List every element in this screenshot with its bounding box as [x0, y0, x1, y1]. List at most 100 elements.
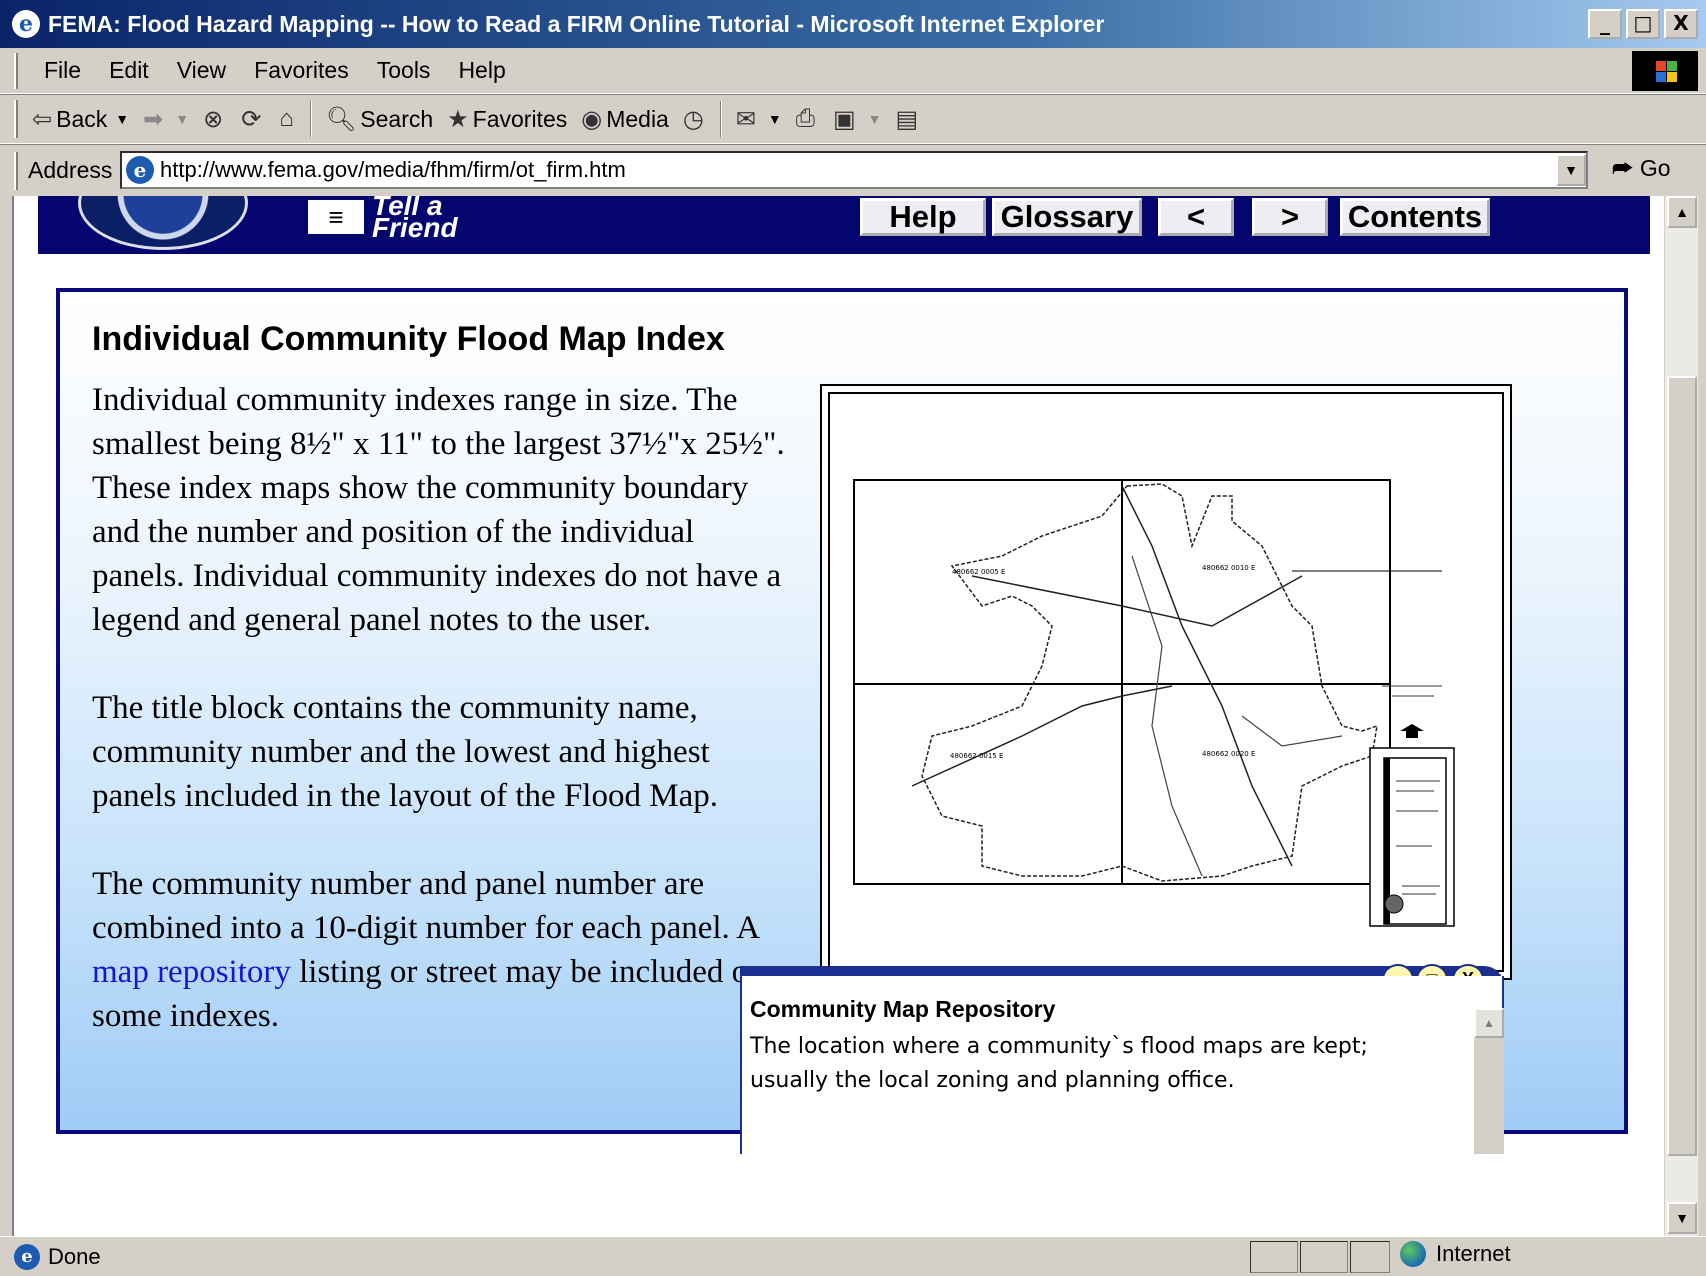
previous-button[interactable]: <	[1158, 198, 1234, 236]
refresh-icon: ⟳	[241, 105, 262, 133]
flood-map-index-image: 480662 0005 E 480662 0010 E 480662 0015 …	[853, 479, 1455, 927]
map-repository-link[interactable]: map repository	[92, 954, 291, 990]
page-ie-icon: e	[126, 156, 154, 184]
popup-definition: The location where a community`s flood m…	[750, 1034, 1368, 1093]
paragraph-1: Individual community indexes range in si…	[92, 382, 785, 638]
search-button[interactable]: 🔍︎ Search	[326, 105, 433, 134]
ie-icon: e	[12, 10, 40, 38]
status-text: Done	[48, 1243, 101, 1269]
tell-friend-line2: Friend	[372, 212, 458, 243]
toolbar-separator	[719, 101, 722, 137]
media-icon: ◉	[581, 105, 603, 133]
back-dropdown-icon[interactable]: ▼	[115, 111, 129, 127]
discuss-button[interactable]: ▤	[896, 105, 923, 134]
windows-logo-icon	[1632, 51, 1698, 91]
menu-help[interactable]: Help	[458, 57, 505, 84]
edit-dropdown-icon[interactable]: ▼	[868, 111, 882, 127]
media-button[interactable]: ◉ Media	[581, 105, 669, 134]
media-label: Media	[606, 105, 669, 132]
site-header: ≡ Tell a Friend Help Glossary < > Conten…	[38, 196, 1650, 254]
print-icon: ⎙	[795, 105, 815, 132]
home-button[interactable]: ⌂	[279, 105, 298, 133]
address-grip	[14, 151, 18, 190]
address-input[interactable]: e http://www.fema.gov/media/fhm/firm/ot_…	[120, 151, 1588, 189]
toolbar-grip	[14, 100, 18, 138]
page-title: Individual Community Flood Map Index	[92, 320, 725, 358]
forward-arrow-icon: ➡	[143, 105, 164, 133]
title-bar: e FEMA: Flood Hazard Mapping -- How to R…	[0, 0, 1706, 48]
search-label: Search	[360, 105, 434, 132]
edit-icon: ▣	[832, 105, 856, 133]
page-viewport: ≡ Tell a Friend Help Glossary < > Conten…	[12, 196, 1664, 1236]
paragraph-2: The title block contains the community n…	[92, 690, 718, 814]
back-label: Back	[56, 105, 108, 132]
go-label: Go	[1639, 155, 1671, 181]
menu-tools[interactable]: Tools	[377, 57, 431, 84]
go-button[interactable]: ⮫ Go	[1612, 155, 1671, 182]
close-button[interactable]: X	[1664, 9, 1698, 39]
menu-bar: File Edit View Favorites Tools Help	[0, 48, 1706, 94]
letter-icon: ≡	[308, 200, 364, 234]
glossary-button[interactable]: Glossary	[992, 198, 1142, 236]
popup-title: Community Map Repository	[750, 996, 1056, 1022]
svg-text:480662 0010 E: 480662 0010 E	[1202, 564, 1255, 572]
search-icon: 🔍︎	[325, 105, 357, 133]
favorites-button[interactable]: ★ Favorites	[447, 105, 567, 134]
minimize-button[interactable]: _	[1588, 9, 1622, 39]
address-bar: Address e http://www.fema.gov/media/fhm/…	[0, 144, 1706, 196]
zone-label: Internet	[1436, 1241, 1511, 1266]
tell-a-friend-link[interactable]: ≡ Tell a Friend	[308, 196, 458, 243]
popup-scrollbar[interactable]: ▲	[1474, 1008, 1504, 1154]
menu-favorites[interactable]: Favorites	[254, 57, 349, 84]
standard-toolbar: ⇦ Back ▼ ➡ ▼ ⊗ ⟳ ⌂ 🔍︎ Search ★ Favorites…	[0, 94, 1706, 144]
status-page-icon: e	[14, 1243, 40, 1270]
address-dropdown-button[interactable]: ▼	[1556, 154, 1586, 186]
toolbar-separator	[309, 101, 312, 137]
mail-icon: ✉	[735, 105, 756, 133]
svg-text:480662 0020 E: 480662 0020 E	[1202, 750, 1255, 758]
glossary-popup: − □ X Community Map Repository The locat…	[740, 964, 1504, 1154]
scroll-up-button[interactable]: ▲	[1667, 196, 1697, 228]
paragraph-3: The community number and panel number ar…	[92, 862, 792, 1038]
forward-dropdown-icon[interactable]: ▼	[175, 111, 189, 127]
history-icon: ◷	[682, 105, 704, 133]
back-arrow-icon: ⇦	[32, 105, 53, 133]
menu-view[interactable]: View	[177, 57, 226, 84]
paragraph-3-start: The community number and panel number ar…	[92, 866, 759, 946]
menu-grip	[14, 52, 18, 89]
stop-icon: ⊗	[203, 105, 224, 133]
scroll-down-button[interactable]: ▼	[1667, 1202, 1697, 1234]
print-button[interactable]: ⎙	[796, 105, 819, 133]
globe-icon	[1400, 1241, 1426, 1267]
contents-button[interactable]: Contents	[1340, 198, 1490, 236]
history-button[interactable]: ◷	[683, 105, 708, 134]
body-text: Individual community indexes range in si…	[92, 378, 792, 1082]
popup-body: Community Map Repository The location wh…	[740, 976, 1504, 1154]
address-label: Address	[28, 157, 113, 183]
discuss-icon: ▤	[895, 105, 919, 133]
edit-button[interactable]: ▣ ▼	[833, 105, 882, 134]
mail-dropdown-icon[interactable]: ▼	[768, 111, 782, 127]
help-button[interactable]: Help	[860, 198, 986, 236]
vertical-scrollbar[interactable]: ▲ ▼	[1664, 196, 1698, 1236]
forward-button[interactable]: ➡ ▼	[143, 105, 189, 134]
next-button[interactable]: >	[1252, 198, 1328, 236]
favorites-icon: ★	[447, 105, 469, 133]
back-button[interactable]: ⇦ Back ▼	[32, 105, 129, 134]
favorites-label: Favorites	[472, 105, 568, 132]
menu-file[interactable]: File	[44, 57, 81, 84]
status-pane	[1250, 1241, 1298, 1273]
refresh-button[interactable]: ⟳	[241, 105, 265, 134]
address-url[interactable]: http://www.fema.gov/media/fhm/firm/ot_fi…	[160, 157, 1556, 183]
menu-edit[interactable]: Edit	[109, 57, 149, 84]
stop-button[interactable]: ⊗	[203, 105, 227, 134]
status-pane	[1300, 1241, 1348, 1273]
scroll-thumb[interactable]	[1667, 376, 1697, 1156]
mail-button[interactable]: ✉ ▼	[736, 105, 782, 134]
popup-scroll-up-button[interactable]: ▲	[1474, 1008, 1504, 1038]
status-pane	[1350, 1241, 1390, 1273]
go-arrow-icon: ⮫	[1612, 155, 1634, 181]
maximize-button[interactable]: □	[1626, 9, 1660, 39]
svg-text:480662 0005 E: 480662 0005 E	[952, 568, 1005, 576]
index-map-figure: 480662 0005 E 480662 0010 E 480662 0015 …	[820, 384, 1512, 980]
